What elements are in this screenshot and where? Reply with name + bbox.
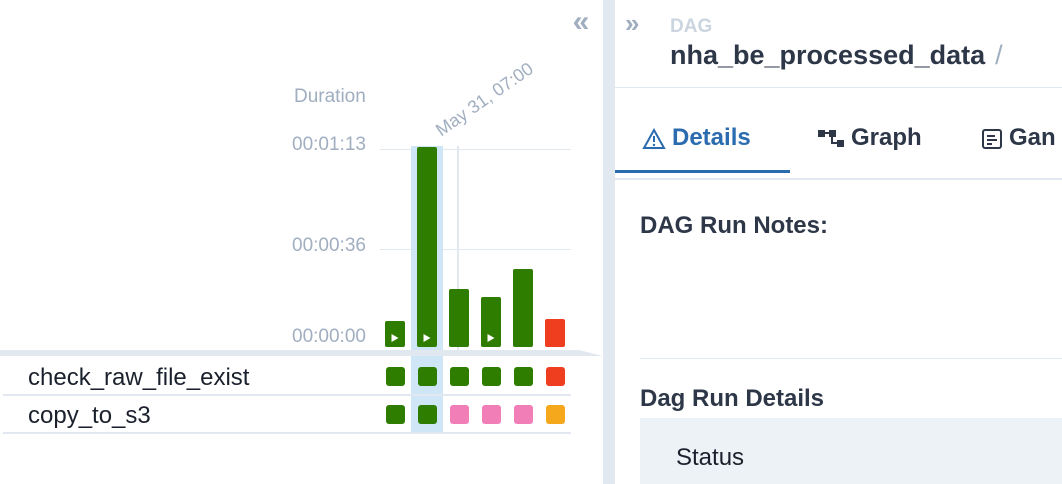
task-row[interactable]: copy_to_s3 [3,396,571,434]
breadcrumb-separator: / [995,40,1003,70]
graph-icon [818,129,844,147]
tab-details-label: Details [672,124,751,151]
task-instance-cell[interactable] [514,367,533,386]
header-divider [615,87,1062,88]
warning-triangle-icon [642,127,666,149]
duration-tick-max: 00:01:13 [292,134,366,155]
grid-panel: « Duration 00:01:13 00:00:36 00:00:00 Ma… [0,0,603,484]
status-label: Status [676,444,745,471]
run-duration-bar[interactable] [481,297,501,347]
panel-resize-handle[interactable] [603,0,615,484]
run-duration-bar[interactable] [513,269,533,347]
status-row: Status [640,418,1062,484]
tab-gantt-label: Gan [1009,124,1056,151]
dag-run-details-title: Dag Run Details [640,385,825,412]
dag-id-link[interactable]: nha_be_processed_data [670,40,985,70]
gantt-icon [982,128,1002,149]
task-instance-cell[interactable] [546,367,565,386]
gridline [380,249,571,250]
details-panel: » DAG nha_be_processed_data / Details Gra… [615,0,1062,484]
duration-tick-min: 00:00:00 [292,326,366,347]
manual-run-play-icon [391,334,399,342]
collapse-details-icon[interactable]: « [564,7,594,38]
manual-run-play-icon [487,334,495,342]
task-instance-cell[interactable] [450,405,469,424]
gridline [380,149,571,150]
details-tabs: Details Graph Gan [615,100,1062,180]
duration-axis-label: Duration [294,86,366,107]
task-instance-cell[interactable] [418,367,437,386]
duration-tick-mid: 00:00:36 [292,235,366,256]
expand-grid-icon[interactable]: » [625,8,640,39]
manual-run-play-icon [423,334,431,342]
tab-gantt[interactable]: Gan [981,124,1056,152]
task-instance-cell[interactable] [514,405,533,424]
tab-graph[interactable]: Graph [817,124,922,152]
notes-divider [640,358,1062,359]
run-duration-bar[interactable] [545,319,565,347]
task-instance-cell[interactable] [546,405,565,424]
run-duration-bar[interactable] [385,321,405,347]
breadcrumb: nha_be_processed_data / [670,40,1003,71]
axis-baseline [0,350,603,356]
task-row[interactable]: check_raw_file_exist [3,358,571,396]
task-instance-cell[interactable] [482,405,501,424]
run-date-label: May 31, 07:00 [431,58,537,141]
task-instance-cell[interactable] [386,405,405,424]
tab-details[interactable]: Details [615,124,790,173]
task-instance-cell[interactable] [418,405,437,424]
run-duration-bar[interactable] [417,147,437,347]
run-duration-bar[interactable] [449,289,469,347]
task-instance-cell[interactable] [482,367,501,386]
dag-run-notes-title: DAG Run Notes: [640,212,828,239]
task-name[interactable]: check_raw_file_exist [28,364,249,392]
active-tab-indicator [615,170,790,173]
task-instance-cell[interactable] [386,367,405,386]
breadcrumb-label: DAG [670,16,713,37]
tab-graph-label: Graph [851,124,922,151]
task-instance-cell[interactable] [450,367,469,386]
task-name[interactable]: copy_to_s3 [28,402,151,430]
